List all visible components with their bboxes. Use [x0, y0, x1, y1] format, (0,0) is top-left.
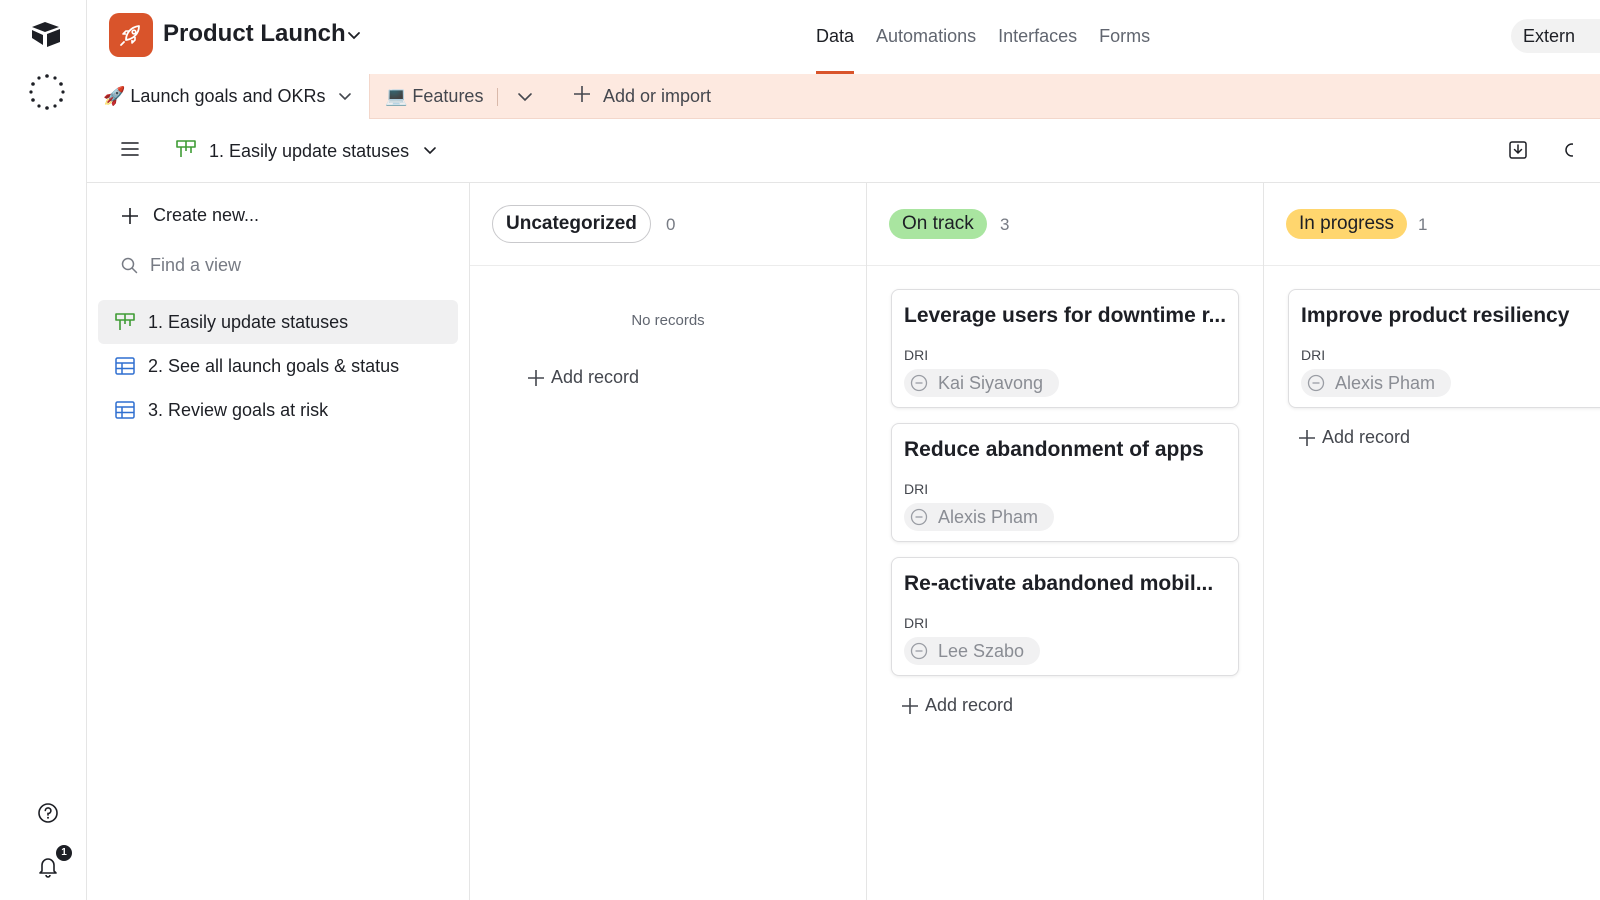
base-header: Product Launch Data Automations Interfac… — [87, 0, 1600, 74]
add-record-label: Add record — [1322, 427, 1411, 447]
record-card[interactable]: Reduce abandonment of apps DRI Alexis Ph… — [891, 423, 1239, 542]
chevron-down-icon — [423, 146, 437, 156]
card-title: Reduce abandonment of apps — [904, 438, 1204, 461]
person-name: Kai Siyavong — [938, 372, 1044, 393]
user-avatar-icon — [910, 374, 928, 392]
user-avatar-icon — [910, 508, 928, 526]
person-name: Alexis Pham — [938, 506, 1039, 527]
kanban-board: Uncategorized 0 No records Add record On… — [470, 183, 1600, 900]
status-pill-on-track[interactable]: On track — [889, 209, 987, 239]
card-title: Re-activate abandoned mobil... — [904, 572, 1214, 595]
stack-header: On track 3 — [867, 183, 1263, 266]
person-chip: Alexis Pham — [1301, 369, 1452, 397]
person-chip: Lee Szabo — [904, 637, 1041, 665]
stack-count: 3 — [1000, 215, 1010, 234]
tab-forms[interactable]: Forms — [1099, 0, 1150, 74]
person-chip: Alexis Pham — [904, 503, 1055, 531]
card-field-label: DRI — [904, 615, 929, 631]
record-card[interactable]: Improve product resiliency DRI Alexis Ph… — [1288, 289, 1600, 408]
chevron-down-icon[interactable] — [338, 92, 352, 102]
base-name[interactable]: Product Launch — [163, 20, 346, 48]
add-record-button[interactable]: Add record — [1298, 427, 1410, 448]
find-view-search[interactable]: Find a view — [121, 255, 241, 276]
search-icon — [121, 257, 138, 274]
chevron-down-icon[interactable] — [517, 90, 533, 108]
grid-icon — [114, 400, 136, 420]
view-list: 1. Easily update statuses 2. See all lau… — [98, 300, 458, 432]
stack-on-track: On track 3 Leverage users for downtime r… — [867, 183, 1264, 900]
status-pill-in-progress[interactable]: In progress — [1286, 209, 1408, 239]
tab-automations[interactable]: Automations — [876, 0, 976, 74]
stack-count: 0 — [666, 215, 676, 234]
download-icon[interactable] — [1507, 139, 1529, 166]
view-bar: 1. Easily update statuses — [87, 119, 1600, 183]
add-record-label: Add record — [925, 695, 1014, 715]
view-item-easily-update-statuses[interactable]: 1. Easily update statuses — [98, 300, 458, 344]
empty-state-text: No records — [631, 312, 705, 329]
record-card[interactable]: Re-activate abandoned mobil... DRI Lee S… — [891, 557, 1239, 676]
plus-icon — [121, 207, 139, 225]
add-record-label: Add record — [551, 367, 640, 387]
current-view-switcher[interactable]: 1. Easily update statuses — [175, 119, 437, 183]
table-tabs-bar: 🚀 Launch goals and OKRs 💻 Features Add o… — [87, 74, 1600, 119]
plus-icon — [901, 697, 919, 715]
omni-ai-icon[interactable] — [29, 74, 65, 115]
tabs-divider — [497, 88, 498, 106]
plus-icon — [1298, 429, 1316, 447]
add-or-import-label: Add or import — [603, 86, 712, 106]
external-button[interactable]: Extern — [1511, 19, 1600, 53]
airtable-logo-icon[interactable] — [30, 20, 62, 53]
help-icon[interactable] — [37, 802, 59, 829]
stack-count: 1 — [1418, 215, 1428, 234]
view-item-label: 3. Review goals at risk — [148, 399, 329, 420]
kanban-icon — [175, 139, 197, 164]
tab-interfaces[interactable]: Interfaces — [998, 0, 1077, 74]
view-item-see-all-launch-goals[interactable]: 2. See all launch goals & status — [98, 344, 458, 388]
table-tab-features[interactable]: 💻 Features — [385, 74, 483, 119]
settings-icon[interactable] — [1561, 139, 1579, 166]
card-title: Leverage users for downtime r... — [904, 304, 1227, 327]
record-card[interactable]: Leverage users for downtime r... DRI Kai… — [891, 289, 1239, 408]
table-tab-launch-goals[interactable]: 🚀 Launch goals and OKRs — [87, 74, 370, 119]
card-field-label: DRI — [904, 481, 929, 497]
add-or-import-button[interactable]: Add or import — [573, 74, 711, 119]
stack-in-progress: In progress 1 Improve product resiliency… — [1264, 183, 1600, 900]
table-tab-label: 🚀 Launch goals and OKRs — [103, 86, 326, 106]
card-title: Improve product resiliency — [1301, 304, 1570, 327]
main-nav: Data Automations Interfaces Forms — [816, 0, 1150, 74]
chevron-down-icon[interactable] — [347, 28, 361, 46]
app-rail: 1 — [0, 0, 87, 900]
create-new-view-button[interactable]: Create new... — [121, 205, 259, 226]
kanban-icon — [114, 312, 136, 332]
status-pill-uncategorized[interactable]: Uncategorized — [492, 205, 651, 243]
stack-uncategorized: Uncategorized 0 No records Add record — [470, 183, 867, 900]
view-item-label: 2. See all launch goals & status — [148, 355, 400, 376]
create-new-label: Create new... — [153, 205, 260, 225]
person-chip: Kai Siyavong — [904, 369, 1060, 397]
card-field-label: DRI — [1301, 347, 1326, 363]
grid-icon — [114, 356, 136, 376]
user-avatar-icon — [1307, 374, 1325, 392]
tab-data[interactable]: Data — [816, 0, 855, 74]
notification-count-badge: 1 — [56, 845, 72, 861]
view-item-review-goals-at-risk[interactable]: 3. Review goals at risk — [98, 388, 458, 432]
base-rocket-icon[interactable] — [109, 13, 153, 57]
views-sidebar: Create new... Find a view 1. Easily upda… — [87, 183, 470, 900]
find-view-placeholder: Find a view — [150, 255, 242, 275]
add-record-button[interactable]: Add record — [527, 367, 639, 388]
view-item-label: 1. Easily update statuses — [148, 311, 349, 332]
plus-icon — [573, 85, 591, 108]
add-record-button[interactable]: Add record — [901, 695, 1013, 716]
plus-icon — [527, 369, 545, 387]
person-name: Alexis Pham — [1335, 372, 1436, 393]
user-avatar-icon — [910, 642, 928, 660]
card-field-label: DRI — [904, 347, 929, 363]
notifications-bell-icon[interactable] — [37, 856, 59, 883]
stack-header: Uncategorized 0 — [470, 183, 866, 266]
current-view-name: 1. Easily update statuses — [209, 140, 410, 161]
stack-header: In progress 1 — [1264, 183, 1600, 266]
hamburger-menu-icon[interactable] — [121, 141, 139, 162]
person-name: Lee Szabo — [938, 640, 1025, 661]
